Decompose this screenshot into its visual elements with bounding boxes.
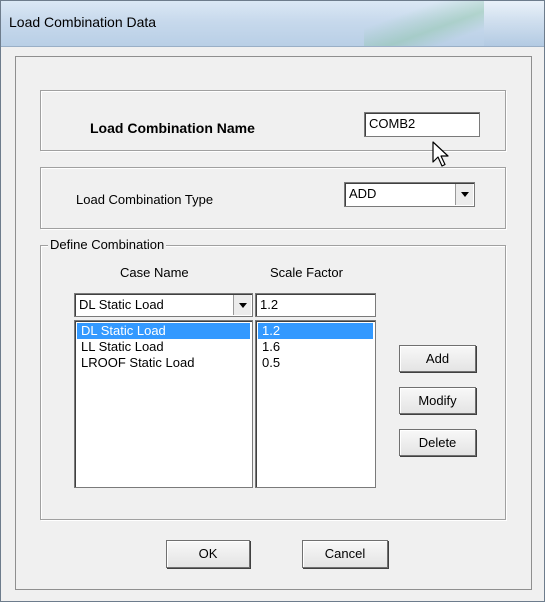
- delete-button[interactable]: Delete: [399, 429, 476, 456]
- title-bar[interactable]: Load Combination Data: [1, 1, 544, 47]
- scale-factor-input[interactable]: 1.2: [255, 293, 376, 317]
- scale-factor-header: Scale Factor: [270, 265, 343, 280]
- case-name-header: Case Name: [120, 265, 189, 280]
- title-bar-decoration: [364, 1, 484, 46]
- list-item[interactable]: LROOF Static Load: [77, 355, 250, 371]
- title-bar-decoration-right: [484, 1, 544, 46]
- dialog-client-area: Load Combination Name COMB2 Load Combina…: [15, 56, 532, 590]
- list-item[interactable]: 1.2: [258, 323, 373, 339]
- define-combination-legend: Define Combination: [48, 237, 167, 252]
- combination-type-value: ADD: [349, 186, 377, 201]
- list-item[interactable]: 0.5: [258, 355, 373, 371]
- chevron-down-icon[interactable]: [455, 184, 473, 205]
- cancel-button[interactable]: Cancel: [302, 540, 388, 568]
- list-item[interactable]: 1.6: [258, 339, 373, 355]
- mouse-pointer-icon: [432, 141, 449, 167]
- add-button[interactable]: Add: [399, 345, 476, 372]
- window-title: Load Combination Data: [9, 14, 157, 30]
- combination-name-input[interactable]: COMB2: [364, 112, 480, 137]
- case-name-list[interactable]: DL Static Load LL Static Load LROOF Stat…: [74, 320, 253, 488]
- case-name-value: DL Static Load: [79, 297, 164, 312]
- dialog-window: Load Combination Data Load Combination N…: [0, 0, 545, 602]
- combination-type-select[interactable]: ADD: [344, 182, 475, 207]
- combination-type-label: Load Combination Type: [76, 192, 214, 207]
- list-item[interactable]: LL Static Load: [77, 339, 250, 355]
- list-item[interactable]: DL Static Load: [77, 323, 250, 339]
- chevron-down-icon[interactable]: [233, 295, 251, 315]
- ok-button[interactable]: OK: [166, 540, 250, 568]
- combination-name-label: Load Combination Name: [90, 120, 255, 136]
- modify-button[interactable]: Modify: [399, 387, 476, 414]
- case-name-select[interactable]: DL Static Load: [74, 293, 253, 317]
- scale-factor-list[interactable]: 1.2 1.6 0.5: [255, 320, 376, 488]
